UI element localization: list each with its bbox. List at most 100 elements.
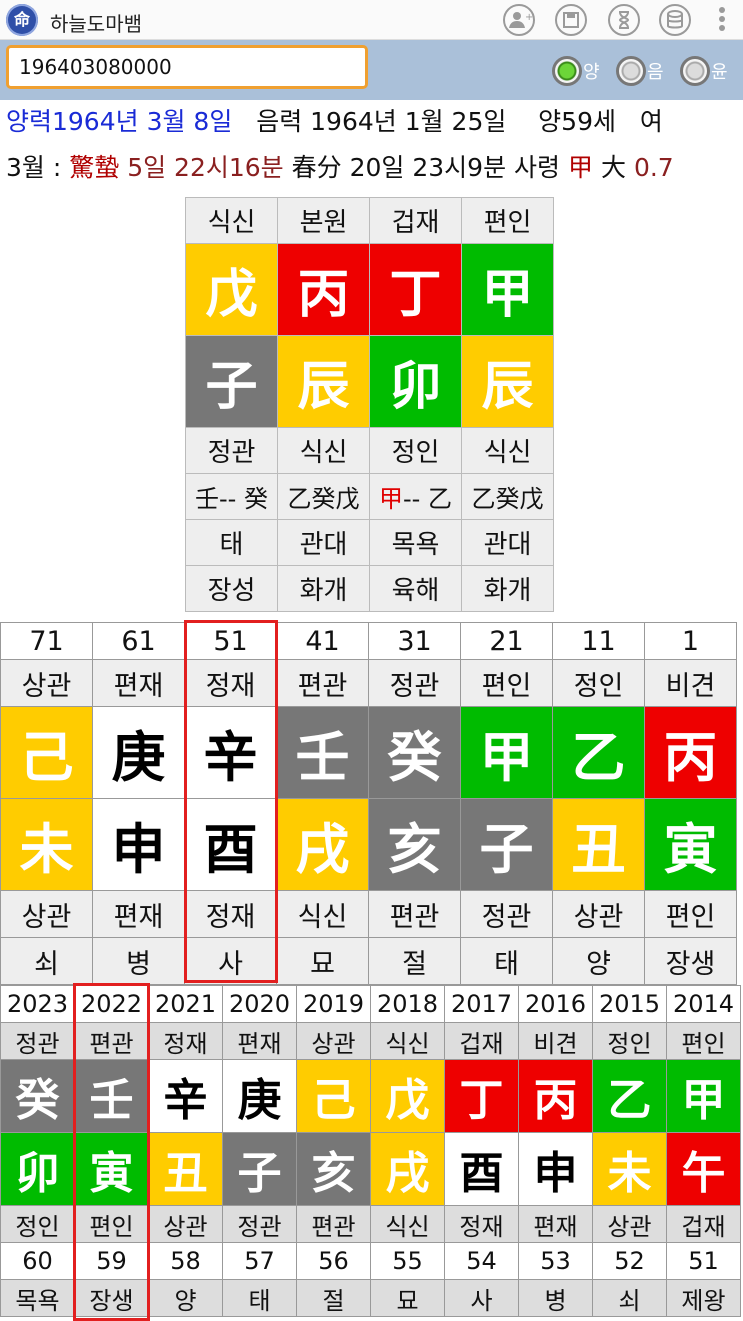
daeun-branch[interactable]: 申 xyxy=(92,798,185,891)
yearly-top-labels-row: 정관 편관 정재 편재 상관 식신 겁재 비견 정인 편인 xyxy=(0,1022,741,1060)
yearly-stem[interactable]: 辛 xyxy=(148,1059,223,1133)
daeun-age[interactable]: 61 xyxy=(92,622,185,660)
yearly-stem[interactable]: 丁 xyxy=(444,1059,519,1133)
daeun-stem[interactable]: 癸 xyxy=(368,706,461,799)
radio-solar[interactable]: 양 xyxy=(552,56,600,90)
radio-leap[interactable]: 윤 xyxy=(680,56,728,90)
daeun-branch[interactable]: 酉 xyxy=(184,798,277,891)
daeun-stem[interactable]: 壬 xyxy=(276,706,369,799)
year-cell[interactable]: 2021 xyxy=(148,985,223,1023)
yearly-top-label: 편재 xyxy=(222,1022,297,1060)
yearly-bottom-label: 정인 xyxy=(0,1205,75,1243)
branch-cell[interactable]: 辰 xyxy=(461,335,554,428)
term1-time: 5일 22시16분 xyxy=(127,153,284,182)
yearly-stage: 묘 xyxy=(370,1279,445,1317)
year-cell[interactable]: 2022 xyxy=(74,985,149,1023)
heavenly-stems-row: 戊 丙 丁 甲 xyxy=(185,243,554,336)
branch-cell[interactable]: 卯 xyxy=(369,335,462,428)
daeun-age[interactable]: 31 xyxy=(368,622,461,660)
yearly-stem[interactable]: 戊 xyxy=(370,1059,445,1133)
year-cell[interactable]: 2016 xyxy=(518,985,593,1023)
yearly-branch[interactable]: 卯 xyxy=(0,1132,75,1206)
year-cell[interactable]: 2018 xyxy=(370,985,445,1023)
yearly-branch[interactable]: 寅 xyxy=(74,1132,149,1206)
hourglass-icon[interactable] xyxy=(608,4,640,36)
daeun-age[interactable]: 1 xyxy=(644,622,737,660)
yearly-branch[interactable]: 亥 xyxy=(296,1132,371,1206)
stem-cell[interactable]: 丙 xyxy=(277,243,370,336)
daeun-branch[interactable]: 丑 xyxy=(552,798,645,891)
yearly-stem[interactable]: 乙 xyxy=(592,1059,667,1133)
daeun-top-label: 정인 xyxy=(552,659,645,707)
daeun-bottom-label: 편재 xyxy=(92,890,185,938)
daeun-stem[interactable]: 丙 xyxy=(644,706,737,799)
yearly-stem[interactable]: 甲 xyxy=(666,1059,741,1133)
stem-cell[interactable]: 戊 xyxy=(185,243,278,336)
daeun-stem[interactable]: 庚 xyxy=(92,706,185,799)
radio-leap-dot[interactable] xyxy=(680,56,710,86)
yearly-stem[interactable]: 己 xyxy=(296,1059,371,1133)
term2-time: 20일 23시9분 xyxy=(349,153,507,182)
yearly-stage: 양 xyxy=(148,1279,223,1317)
yearly-branch[interactable]: 申 xyxy=(518,1132,593,1206)
daeun-branch[interactable]: 子 xyxy=(460,798,553,891)
daeun-age[interactable]: 51 xyxy=(184,622,277,660)
yearly-stage: 병 xyxy=(518,1279,593,1317)
daeun-branch[interactable]: 寅 xyxy=(644,798,737,891)
year-cell[interactable]: 2019 xyxy=(296,985,371,1023)
yearly-stem[interactable]: 庚 xyxy=(222,1059,297,1133)
yearly-stem[interactable]: 癸 xyxy=(0,1059,75,1133)
stem-cell[interactable]: 甲 xyxy=(461,243,554,336)
yearly-branch[interactable]: 子 xyxy=(222,1132,297,1206)
yearly-branch[interactable]: 丑 xyxy=(148,1132,223,1206)
daeun-stems-row: 己 庚 辛 壬 癸 甲 乙 丙 xyxy=(0,706,737,799)
daeun-stem[interactable]: 乙 xyxy=(552,706,645,799)
yearly-branch[interactable]: 戌 xyxy=(370,1132,445,1206)
save-icon[interactable] xyxy=(555,4,587,36)
daeun-stem[interactable]: 己 xyxy=(0,706,93,799)
stem-cell[interactable]: 丁 xyxy=(369,243,462,336)
daeun-stage: 절 xyxy=(368,937,461,985)
add-user-icon[interactable]: + xyxy=(503,4,535,36)
daeun-top-label: 정재 xyxy=(184,659,277,707)
yearly-branch[interactable]: 未 xyxy=(592,1132,667,1206)
daeun-branch[interactable]: 未 xyxy=(0,798,93,891)
daeun-branch[interactable]: 戌 xyxy=(276,798,369,891)
year-cell[interactable]: 2014 xyxy=(666,985,741,1023)
age-text: 양59세 xyxy=(538,107,616,136)
daeun-age[interactable]: 41 xyxy=(276,622,369,660)
database-icon[interactable] xyxy=(659,4,691,36)
daeun-stem[interactable]: 辛 xyxy=(184,706,277,799)
yearly-top-label: 편관 xyxy=(74,1022,149,1060)
year-cell[interactable]: 2023 xyxy=(0,985,75,1023)
daeun-age[interactable]: 71 xyxy=(0,622,93,660)
daeun-age[interactable]: 11 xyxy=(552,622,645,660)
radio-lunar[interactable]: 음 xyxy=(616,56,664,90)
yearly-stage: 장생 xyxy=(74,1279,149,1317)
daeun-branch[interactable]: 亥 xyxy=(368,798,461,891)
radio-solar-dot[interactable] xyxy=(552,56,582,86)
yearly-stem[interactable]: 壬 xyxy=(74,1059,149,1133)
branch-cell[interactable]: 子 xyxy=(185,335,278,428)
year-cell[interactable]: 2017 xyxy=(444,985,519,1023)
lunar-date: 음력 1964년 1월 25일 xyxy=(256,107,507,136)
yearly-bottom-label: 정관 xyxy=(222,1205,297,1243)
radio-lunar-dot[interactable] xyxy=(616,56,646,86)
daeun-top-label: 상관 xyxy=(0,659,93,707)
yearly-bottom-label: 편재 xyxy=(518,1205,593,1243)
yearly-age: 54 xyxy=(444,1242,519,1280)
yearly-bottom-label: 상관 xyxy=(592,1205,667,1243)
daeun-stem[interactable]: 甲 xyxy=(460,706,553,799)
year-cell[interactable]: 2015 xyxy=(592,985,667,1023)
daeun-age[interactable]: 21 xyxy=(460,622,553,660)
year-cell[interactable]: 2020 xyxy=(222,985,297,1023)
more-vert-icon[interactable] xyxy=(714,4,730,36)
yearly-branch[interactable]: 酉 xyxy=(444,1132,519,1206)
yearly-age: 55 xyxy=(370,1242,445,1280)
hidden-stems-cell: 甲-- 乙 xyxy=(369,473,462,520)
yearly-stem[interactable]: 丙 xyxy=(518,1059,593,1133)
yearly-age: 51 xyxy=(666,1242,741,1280)
birth-datetime-input[interactable] xyxy=(6,45,368,89)
yearly-branch[interactable]: 午 xyxy=(666,1132,741,1206)
branch-cell[interactable]: 辰 xyxy=(277,335,370,428)
